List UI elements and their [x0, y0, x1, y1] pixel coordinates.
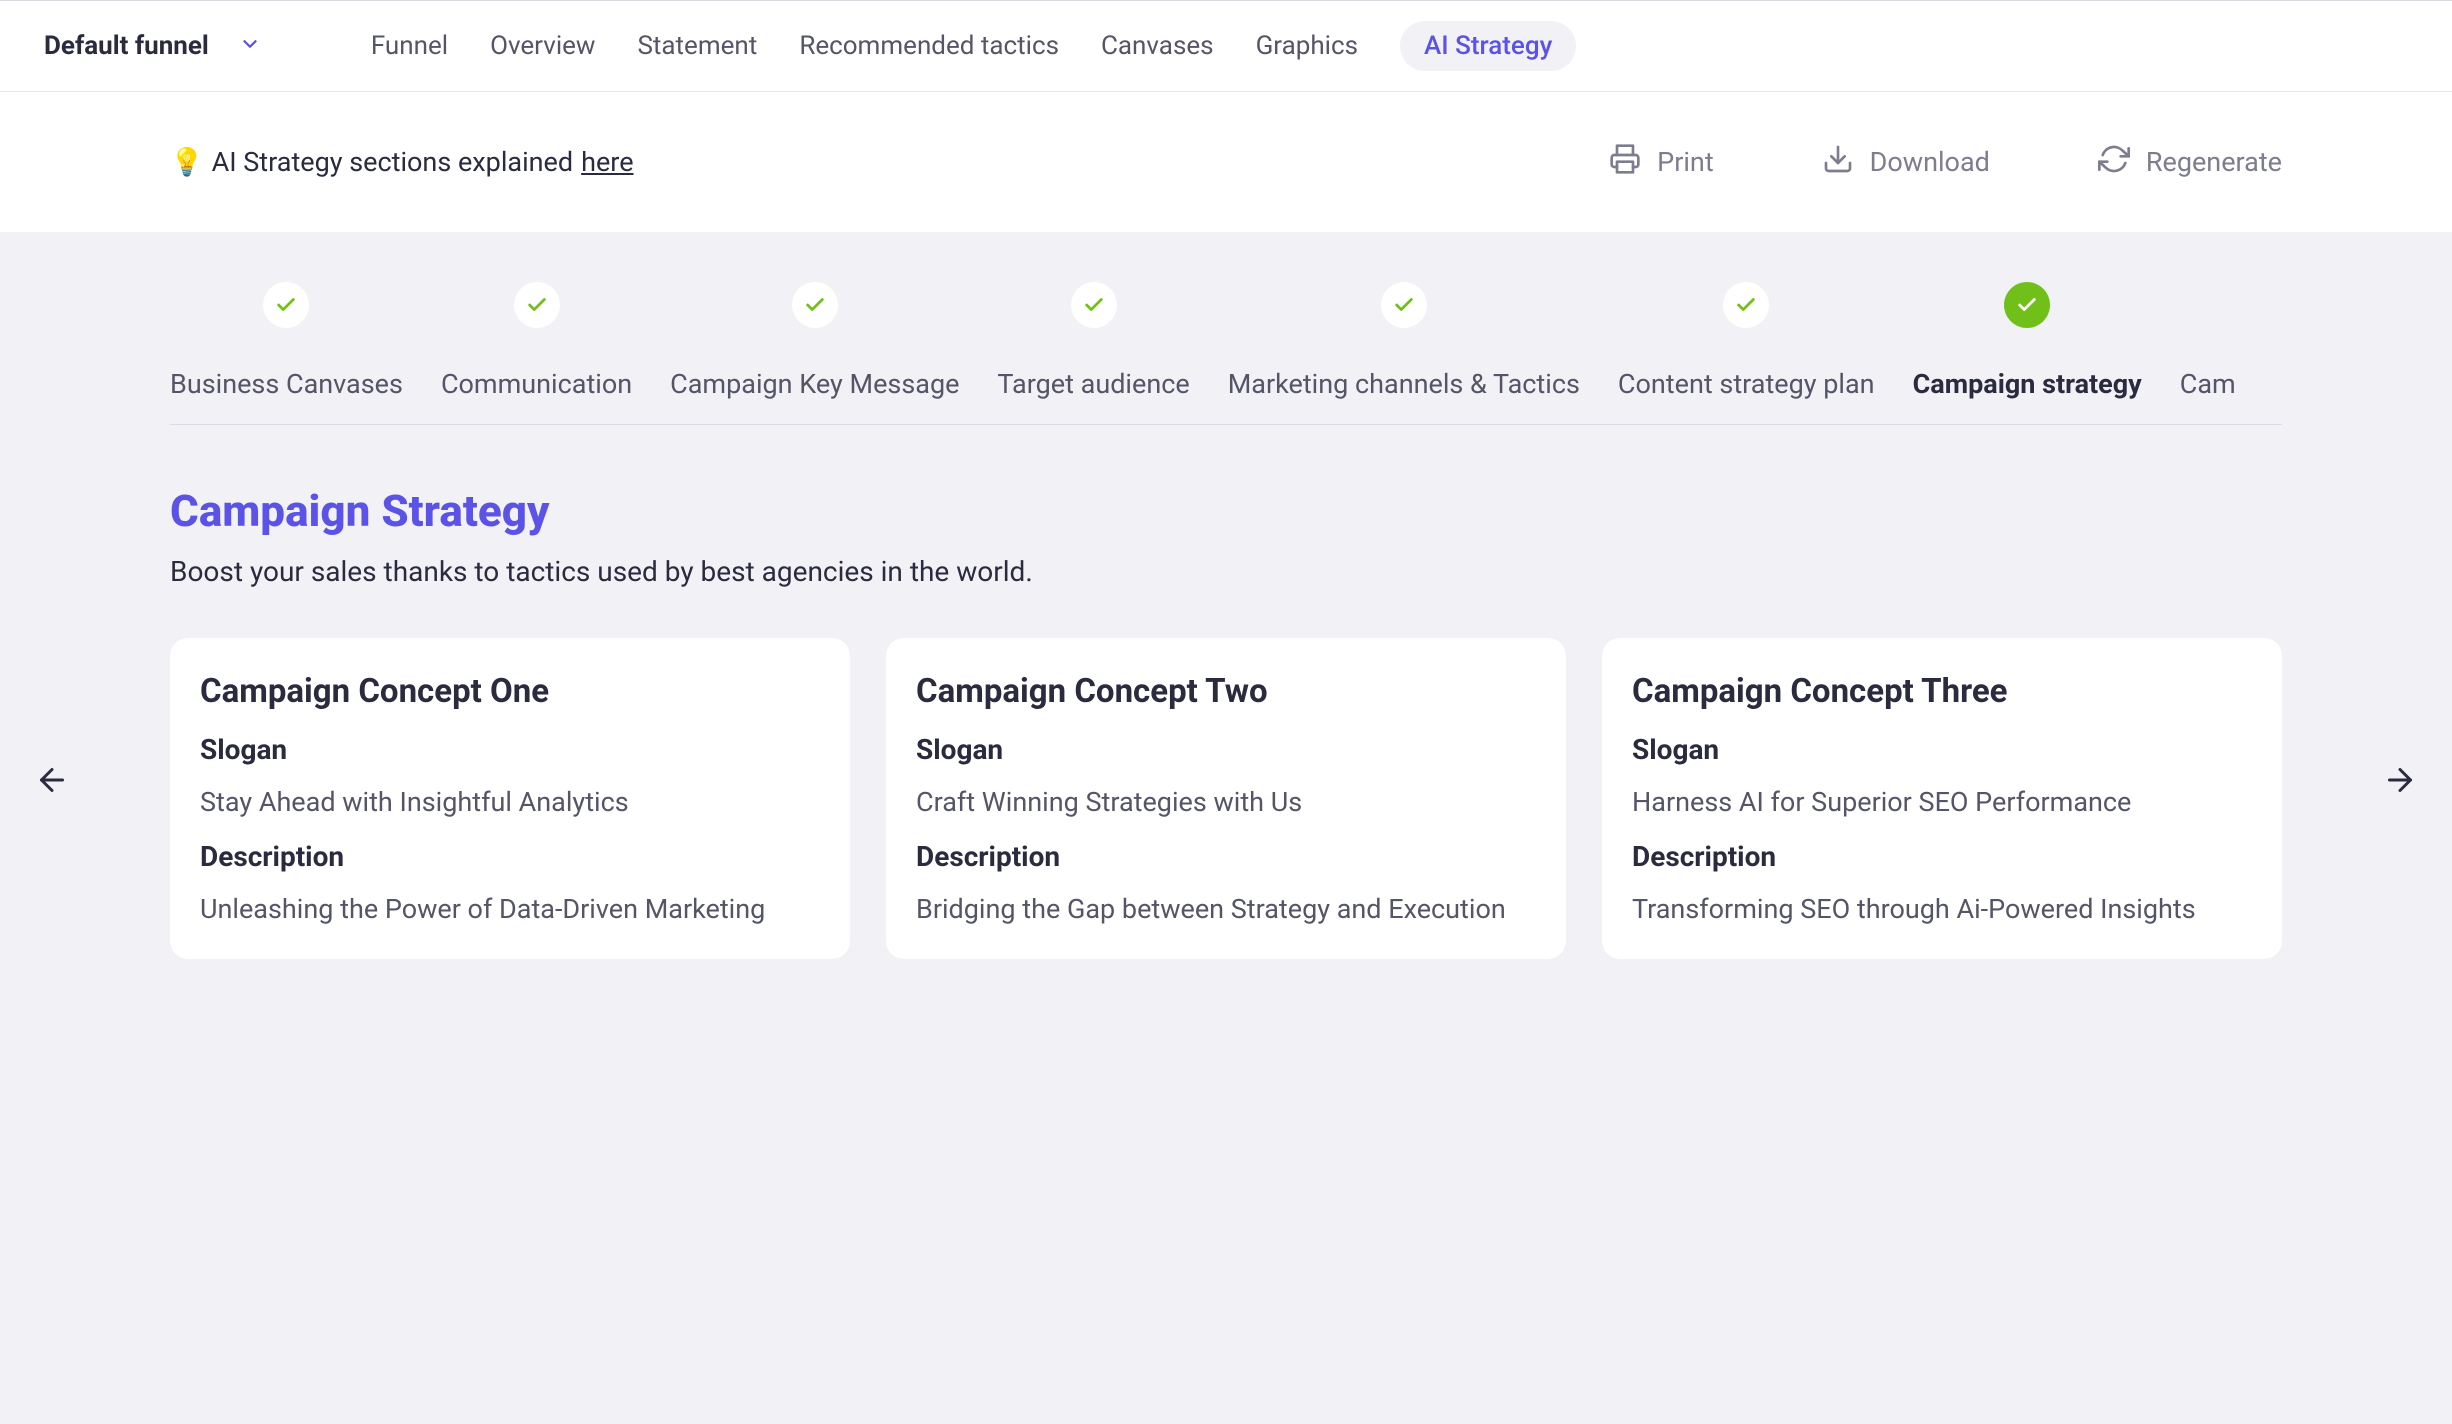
stage-campaign-key-message[interactable]: Campaign Key Message	[670, 282, 959, 400]
description-heading: Description	[1632, 840, 2252, 873]
hint-text: AI Strategy sections explained	[212, 146, 573, 178]
concept-card-3: Campaign Concept Three Slogan Harness AI…	[1602, 638, 2282, 959]
prev-arrow-button[interactable]	[34, 762, 70, 802]
tab-funnel[interactable]: Funnel	[371, 21, 448, 71]
stage-label: Campaign Key Message	[670, 368, 959, 400]
description-heading: Description	[200, 840, 820, 873]
section-heading: Campaign Strategy Boost your sales thank…	[170, 485, 2282, 588]
tab-canvases[interactable]: Canvases	[1101, 21, 1214, 71]
description-text: Transforming SEO through Ai-Powered Insi…	[1632, 893, 2252, 925]
content-area: Business Canvases Communication Campaign…	[0, 232, 2452, 1424]
chevron-down-icon	[239, 33, 261, 59]
regenerate-button[interactable]: Regenerate	[2098, 143, 2282, 182]
card-title: Campaign Concept Three	[1632, 672, 2252, 711]
stage-label: Communication	[441, 368, 632, 400]
tab-recommended-tactics[interactable]: Recommended tactics	[799, 21, 1059, 71]
top-navbar: Default funnel Funnel Overview Statement…	[0, 0, 2452, 92]
funnel-label: Default funnel	[44, 31, 209, 61]
check-icon	[792, 282, 838, 328]
arrow-right-icon	[2382, 783, 2418, 802]
nav-tabs: Funnel Overview Statement Recommended ta…	[371, 21, 1577, 71]
check-icon	[1071, 282, 1117, 328]
tab-graphics[interactable]: Graphics	[1256, 21, 1358, 71]
concept-card-1: Campaign Concept One Slogan Stay Ahead w…	[170, 638, 850, 959]
tab-ai-strategy[interactable]: AI Strategy	[1400, 21, 1576, 71]
refresh-icon	[2098, 143, 2130, 182]
next-arrow-button[interactable]	[2382, 762, 2418, 802]
slogan-text: Stay Ahead with Insightful Analytics	[200, 786, 820, 818]
arrow-left-icon	[34, 783, 70, 802]
description-text: Unleashing the Power of Data-Driven Mark…	[200, 893, 820, 925]
check-icon	[1381, 282, 1427, 328]
check-icon	[1723, 282, 1769, 328]
action-bar: Print Download Regenerate	[1609, 143, 2282, 182]
print-label: Print	[1657, 146, 1714, 178]
funnel-selector[interactable]: Default funnel	[44, 31, 261, 61]
stage-label: Business Canvases	[170, 368, 403, 400]
regenerate-label: Regenerate	[2146, 146, 2282, 178]
stage-next-truncated[interactable]: Cam	[2180, 368, 2236, 400]
stage-content-strategy[interactable]: Content strategy plan	[1618, 282, 1875, 400]
stage-label: Marketing channels & Tactics	[1228, 368, 1580, 400]
download-button[interactable]: Download	[1822, 143, 1990, 182]
stage-label: Content strategy plan	[1618, 368, 1875, 400]
slogan-heading: Slogan	[1632, 733, 2252, 766]
description-heading: Description	[916, 840, 1536, 873]
download-icon	[1822, 143, 1854, 182]
card-title: Campaign Concept One	[200, 672, 820, 711]
check-icon	[2004, 282, 2050, 328]
concept-card-2: Campaign Concept Two Slogan Craft Winnin…	[886, 638, 1566, 959]
hint-link[interactable]: here	[581, 146, 633, 178]
concept-cards: Campaign Concept One Slogan Stay Ahead w…	[170, 638, 2282, 959]
hint-bar: 💡 AI Strategy sections explained here	[170, 146, 634, 178]
print-button[interactable]: Print	[1609, 143, 1714, 182]
tab-statement[interactable]: Statement	[637, 21, 757, 71]
stage-communication[interactable]: Communication	[441, 282, 632, 400]
stage-label: Target audience	[997, 368, 1189, 400]
subheader: 💡 AI Strategy sections explained here Pr…	[0, 92, 2452, 232]
stage-target-audience[interactable]: Target audience	[997, 282, 1189, 400]
stage-business-canvases[interactable]: Business Canvases	[170, 282, 403, 400]
slogan-text: Craft Winning Strategies with Us	[916, 786, 1536, 818]
description-text: Bridging the Gap between Strategy and Ex…	[916, 893, 1536, 925]
stage-label: Cam	[2180, 368, 2236, 400]
check-icon	[263, 282, 309, 328]
download-label: Download	[1870, 146, 1990, 178]
stage-marketing-channels[interactable]: Marketing channels & Tactics	[1228, 282, 1580, 400]
section-title: Campaign Strategy	[170, 485, 2282, 537]
print-icon	[1609, 143, 1641, 182]
slogan-text: Harness AI for Superior SEO Performance	[1632, 786, 2252, 818]
tab-overview[interactable]: Overview	[490, 21, 595, 71]
stage-campaign-strategy[interactable]: Campaign strategy	[1913, 282, 2142, 400]
card-title: Campaign Concept Two	[916, 672, 1536, 711]
section-description: Boost your sales thanks to tactics used …	[170, 555, 2282, 588]
stage-label: Campaign strategy	[1913, 368, 2142, 400]
lightbulb-icon: 💡	[170, 146, 204, 178]
stage-tabs: Business Canvases Communication Campaign…	[170, 282, 2282, 425]
slogan-heading: Slogan	[200, 733, 820, 766]
slogan-heading: Slogan	[916, 733, 1536, 766]
check-icon	[514, 282, 560, 328]
